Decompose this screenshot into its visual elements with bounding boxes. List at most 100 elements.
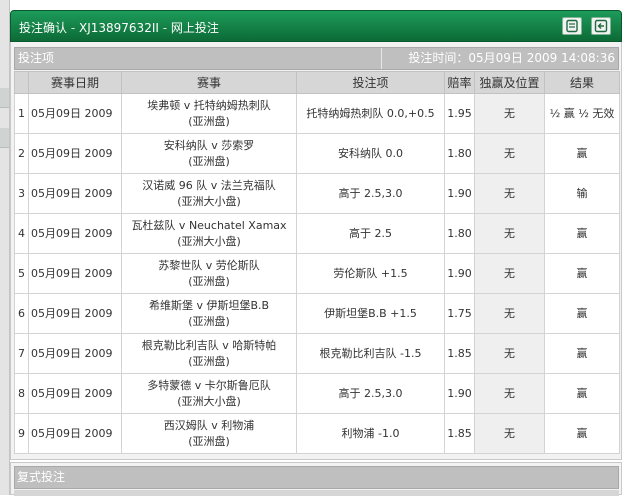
row-selection-text: 安科纳队 0.0 [338, 146, 403, 160]
row-result: 赢 [544, 133, 620, 174]
header-selection: 投注项 [296, 71, 445, 94]
row-win-place: 无 [474, 253, 545, 294]
row-win-place-text: 无 [504, 346, 515, 360]
table-row: 3 05月09日 2009 汉诺威 96 队 v 法兰克福队 (亚洲大小盘) 高于 2.… [14, 173, 620, 214]
row-win-place-text: 无 [504, 186, 515, 200]
row-index-text: 8 [18, 386, 25, 400]
row-match-text: (亚洲盘) [188, 314, 230, 328]
row-odds: 1.85 [444, 333, 475, 374]
row-odds: 1.90 [444, 253, 475, 294]
row-odds-text: 1.80 [447, 146, 472, 160]
row-match-text: 西汉姆队 v 利物浦 [163, 418, 255, 432]
row-win-place-text: 无 [504, 386, 515, 400]
row-selection: 根克勒比利吉队 -1.5 [296, 333, 445, 374]
row-match-text: 瓦杜兹队 v Neuchatel Xamax [131, 218, 287, 232]
table-row: 7 05月09日 2009 根克勒比利吉队 v 哈斯特帕 (亚洲盘) 根克勒比利吉队 -… [14, 333, 620, 374]
table-row: 4 05月09日 2009 瓦杜兹队 v Neuchatel Xamax (亚洲大小盘… [14, 213, 620, 254]
table-row: 5 05月09日 2009 苏黎世队 v 劳伦斯队 (亚洲盘) 劳伦斯队 +1.5 1.9… [14, 253, 620, 294]
table-row: 9 05月09日 2009 西汉姆队 v 利物浦 (亚洲盘) 利物浦 -1.0 1.85 无… [14, 413, 620, 454]
row-match-text: (亚洲盘) [188, 274, 230, 288]
row-match-text: (亚洲盘) [188, 114, 230, 128]
row-odds-text: 1.75 [447, 306, 472, 320]
row-index: 4 [14, 213, 29, 254]
row-odds: 1.80 [444, 213, 475, 254]
back-icon [594, 19, 608, 33]
table-row: 1 05月09日 2009 埃弗顿 v 托特纳姆热刺队 (亚洲盘) 托特纳姆热刺队 0.… [14, 93, 620, 134]
row-win-place-text: 无 [504, 226, 515, 240]
row-match-text: (亚洲大小盘) [177, 234, 241, 248]
row-match-text: (亚洲盘) [188, 434, 230, 448]
row-date: 05月09日 2009 [28, 173, 122, 214]
left-strip-tab [0, 88, 9, 108]
row-match: 根克勒比利吉队 v 哈斯特帕 (亚洲盘) [121, 333, 297, 374]
row-match: 苏黎世队 v 劳伦斯队 (亚洲盘) [121, 253, 297, 294]
row-result-text: 赢 [576, 266, 588, 280]
row-win-place: 无 [474, 173, 545, 214]
print-button[interactable] [562, 17, 582, 35]
row-result-text: ½ 赢 ½ 无效 [549, 106, 615, 120]
row-result-text: 赢 [576, 226, 588, 240]
header-match: 赛事 [121, 71, 297, 94]
bet-panel: 投注项 投注时间：05月09日 2009 14:08:36 赛事日期 赛事 投注… [10, 42, 622, 460]
row-match-text: (亚洲大小盘) [177, 194, 241, 208]
row-date-text: 05月09日 2009 [31, 306, 113, 320]
bet-section-label: 投注项 [18, 51, 55, 65]
row-date-text: 05月09日 2009 [31, 426, 113, 440]
row-index: 5 [14, 253, 29, 294]
row-date: 05月09日 2009 [28, 413, 122, 454]
row-selection-text: 高于 2.5 [349, 226, 392, 240]
row-date-text: 05月09日 2009 [31, 146, 113, 160]
row-odds-text: 1.90 [447, 266, 472, 280]
row-match-text: (亚洲盘) [188, 154, 230, 168]
row-result: 赢 [544, 413, 620, 454]
row-selection: 高于 2.5,3.0 [296, 373, 445, 414]
row-odds: 1.90 [444, 173, 475, 214]
row-result-text: 赢 [576, 426, 588, 440]
row-odds-text: 1.80 [447, 226, 472, 240]
header-index [14, 71, 29, 94]
row-selection-text: 高于 2.5,3.0 [338, 186, 403, 200]
row-match: 西汉姆队 v 利物浦 (亚洲盘) [121, 413, 297, 454]
row-index: 6 [14, 293, 29, 334]
table-row: 2 05月09日 2009 安科纳队 v 莎索罗 (亚洲盘) 安科纳队 0.0 1.80 无… [14, 133, 620, 174]
row-win-place-text: 无 [504, 266, 515, 280]
row-win-place: 无 [474, 373, 545, 414]
row-win-place: 无 [474, 333, 545, 374]
bets-table: 赛事日期 赛事 投注项 赔率 独赢及位置 结果 1 05月09日 2009 埃弗顿 … [14, 71, 620, 454]
row-date: 05月09日 2009 [28, 373, 122, 414]
table-row: 6 05月09日 2009 希维斯堡 v 伊斯坦堡B.B (亚洲盘) 伊斯坦堡B.B +… [14, 293, 620, 334]
section-name: 网上投注 [170, 21, 219, 35]
row-odds: 1.85 [444, 413, 475, 454]
row-match: 希维斯堡 v 伊斯坦堡B.B (亚洲盘) [121, 293, 297, 334]
row-result: ½ 赢 ½ 无效 [544, 93, 620, 134]
back-button[interactable] [591, 17, 611, 35]
row-result: 赢 [544, 293, 620, 334]
row-result: 赢 [544, 333, 620, 374]
row-odds: 1.80 [444, 133, 475, 174]
bet-time-label: 投注时间： [408, 51, 469, 65]
row-result: 赢 [544, 253, 620, 294]
row-index-text: 4 [18, 226, 25, 240]
row-odds: 1.95 [444, 93, 475, 134]
print-icon [566, 19, 578, 33]
row-match-text: 希维斯堡 v 伊斯坦堡B.B [148, 298, 270, 312]
row-selection: 安科纳队 0.0 [296, 133, 445, 174]
row-win-place: 无 [474, 213, 545, 254]
row-result-text: 赢 [576, 386, 588, 400]
row-result-text: 赢 [576, 146, 588, 160]
row-index-text: 6 [18, 306, 25, 320]
row-win-place: 无 [474, 93, 545, 134]
row-date-text: 05月09日 2009 [31, 186, 113, 200]
row-date-text: 05月09日 2009 [31, 226, 113, 240]
header-date: 赛事日期 [28, 71, 122, 94]
row-index-text: 5 [18, 266, 25, 280]
row-odds-text: 1.90 [447, 386, 472, 400]
bet-section-header: 投注项 投注时间：05月09日 2009 14:08:36 [14, 47, 619, 70]
row-selection: 利物浦 -1.0 [296, 413, 445, 454]
row-odds: 1.75 [444, 293, 475, 334]
row-date-text: 05月09日 2009 [31, 266, 113, 280]
row-match-text: 汉诺威 96 队 v 法兰克福队 [142, 178, 276, 192]
row-match-text: (亚洲大小盘) [177, 394, 241, 408]
left-strip-tab [0, 128, 9, 148]
row-odds-text: 1.85 [447, 426, 472, 440]
